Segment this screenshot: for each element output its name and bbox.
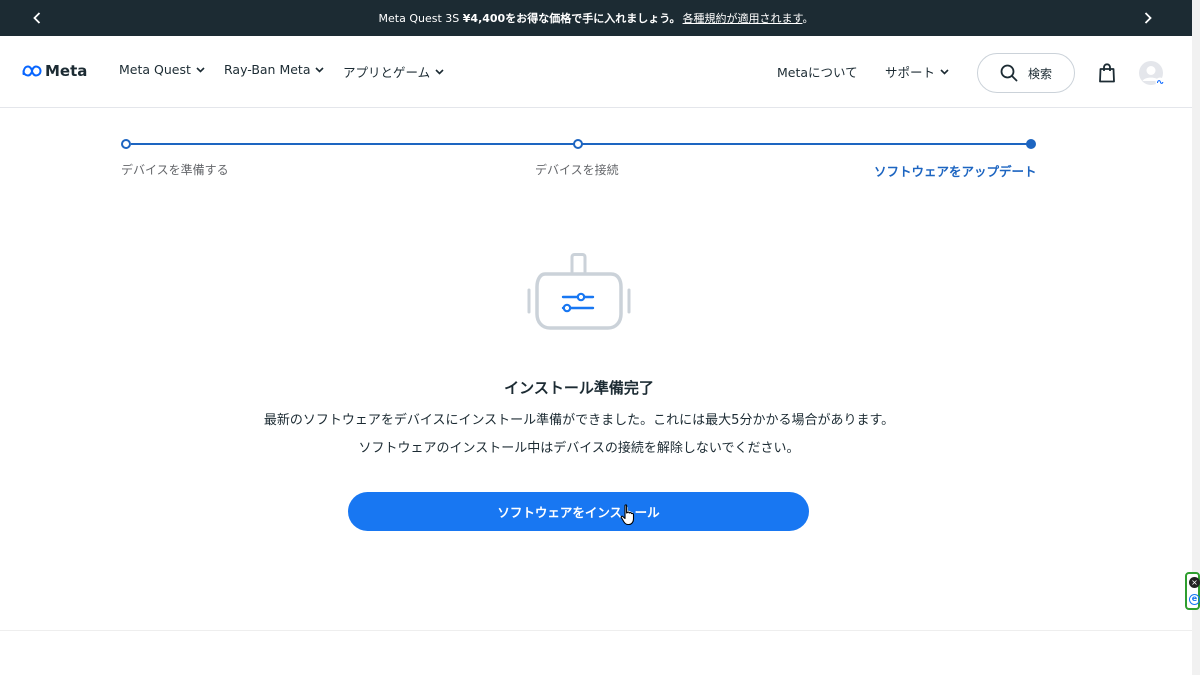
- chevron-right-icon[interactable]: [1139, 9, 1157, 27]
- step-connector: [131, 143, 574, 145]
- chevron-down-icon: [196, 66, 205, 73]
- nav-ray-ban-meta-label: Ray-Ban Meta: [224, 62, 311, 77]
- promo-suffix: 。: [802, 12, 814, 25]
- search-button[interactable]: 検索: [977, 53, 1075, 93]
- install-software-button[interactable]: ソフトウェアをインストール: [348, 492, 809, 531]
- promo-text: Meta Quest 3S ¥4,400をお得な価格で手に入れましょう。 各種規約…: [379, 10, 814, 26]
- headset-icon: [525, 252, 633, 338]
- side-widget[interactable]: × e: [1185, 572, 1200, 610]
- search-label: 検索: [1027, 66, 1052, 81]
- meta-logo-icon: [22, 65, 42, 77]
- nav-apps-games-label: アプリとゲーム: [343, 65, 431, 80]
- nav-meta-quest[interactable]: Meta Quest: [119, 62, 205, 77]
- nav-support-label: サポート: [885, 65, 936, 80]
- shopping-bag-button[interactable]: [1098, 63, 1116, 87]
- nav-about-meta[interactable]: Metaについて: [777, 62, 858, 81]
- shopping-bag-icon: [1099, 63, 1115, 83]
- widget-e-icon[interactable]: e: [1189, 594, 1200, 605]
- step-label-prepare: デバイスを準備する: [121, 163, 229, 177]
- meta-logo-text: Meta: [45, 62, 88, 80]
- promo-text-prefix: Meta Quest 3S: [378, 12, 463, 25]
- step-label-connect: デバイスを接続: [535, 163, 619, 177]
- step-dot-connect: [573, 139, 583, 149]
- promo-banner: Meta Quest 3S ¥4,400をお得な価格で手に入れましょう。 各種規約…: [0, 0, 1192, 36]
- meta-logo[interactable]: Meta: [22, 62, 87, 80]
- promo-terms-link[interactable]: 各種規約が適用されます: [683, 12, 803, 25]
- description-line-1: 最新のソフトウェアをデバイスにインストール準備ができました。これには最大5分かか…: [263, 413, 895, 428]
- chevron-down-icon: [435, 68, 444, 75]
- step-label-update: ソフトウェアをアップデート: [874, 164, 1037, 179]
- footer-divider: [0, 630, 1192, 631]
- chevron-down-icon: [315, 66, 325, 73]
- progress-stepper: デバイスを準備する デバイスを接続 ソフトウェアをアップデート: [0, 108, 1192, 188]
- nav-ray-ban-meta[interactable]: Ray-Ban Meta: [224, 62, 325, 77]
- top-nav: Meta Meta Quest Ray-Ban Meta アプリとゲーム Met…: [0, 36, 1192, 108]
- avatar[interactable]: [1139, 61, 1165, 87]
- step-dot-prepare: [121, 139, 131, 149]
- nav-apps-games[interactable]: アプリとゲーム: [343, 62, 444, 81]
- nav-about-meta-label: Metaについて: [777, 65, 858, 80]
- search-icon: [1000, 64, 1018, 82]
- nav-meta-quest-label: Meta Quest: [119, 62, 191, 77]
- avatar-icon: [1139, 61, 1165, 87]
- chevron-left-icon[interactable]: [28, 9, 46, 27]
- chevron-down-icon: [940, 68, 949, 75]
- description-line-2: ソフトウェアのインストール中はデバイスの接続を解除しないでください。: [358, 441, 800, 456]
- close-icon[interactable]: ×: [1189, 577, 1200, 588]
- promo-text-bold: ¥4,400をお得な価格で手に入れましょう。: [462, 12, 681, 25]
- step-dot-update: [1026, 139, 1036, 149]
- nav-support[interactable]: サポート: [885, 62, 949, 81]
- page-title: インストール準備完了: [504, 379, 654, 397]
- step-connector: [582, 143, 1028, 145]
- pointer-cursor-icon: [620, 504, 636, 530]
